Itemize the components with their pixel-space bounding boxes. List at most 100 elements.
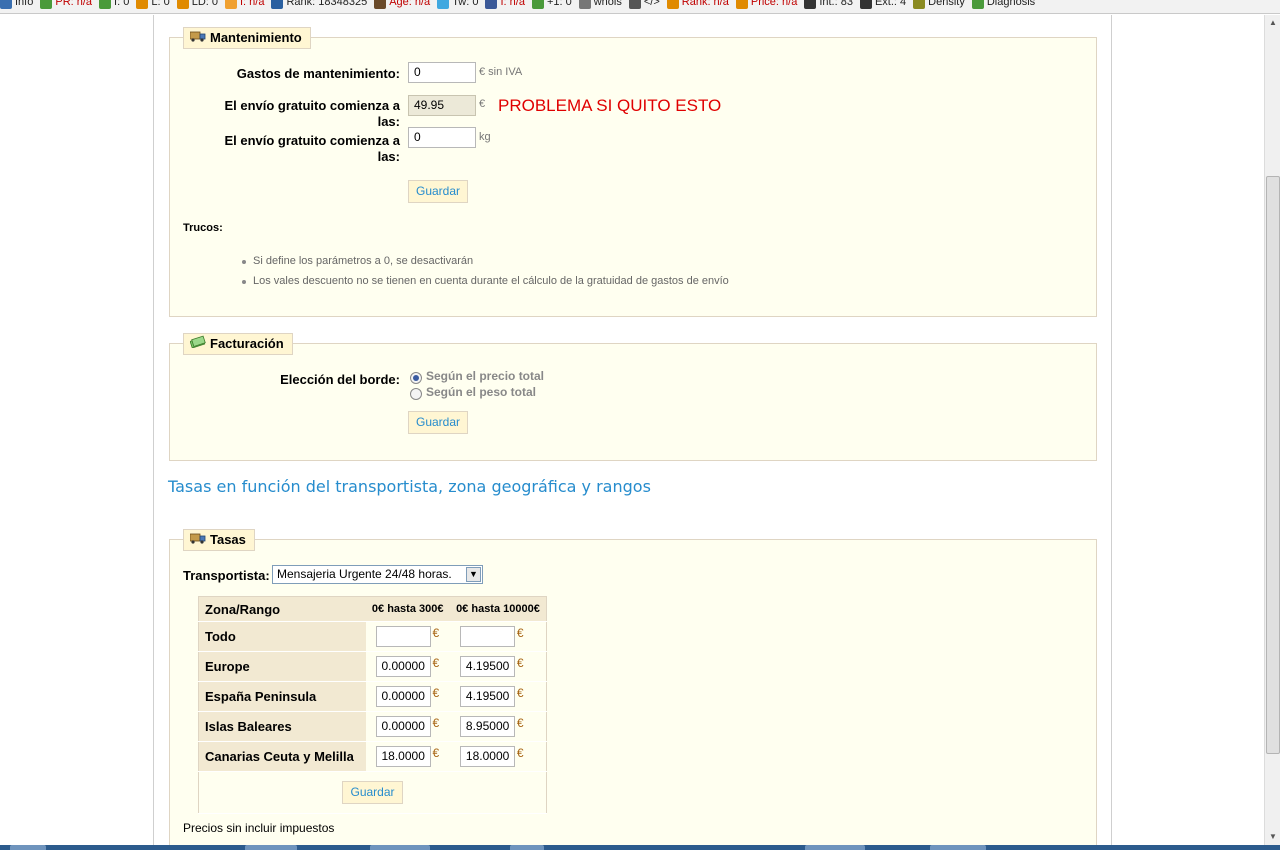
- delivery-truck-icon: [189, 530, 206, 550]
- billing-weight-option[interactable]: Según el peso total: [426, 385, 536, 399]
- seo-toolbar-item[interactable]: Ext.: 4: [859, 0, 907, 9]
- handling-fee-input[interactable]: 0: [408, 62, 476, 83]
- seo-toolbar-item-label: whois: [593, 0, 622, 8]
- source-code-icon: [628, 0, 641, 9]
- rate-input[interactable]: 4.19500: [459, 656, 515, 677]
- rate-input[interactable]: 4.19500: [459, 686, 515, 707]
- tasas-save-button[interactable]: Guardar: [342, 781, 403, 804]
- money-bills-icon: [189, 334, 206, 354]
- rate-input[interactable]: 18.0000: [459, 746, 515, 767]
- tip-item: Si define los parámetros a 0, se desacti…: [253, 255, 474, 267]
- seo-toolbar-item-label: I: 0: [114, 0, 130, 8]
- tasas-legend: Tasas: [183, 529, 255, 551]
- rate-input[interactable]: 0.00000: [375, 716, 431, 737]
- seo-toolbar-item-label: Ext.: 4: [874, 0, 907, 8]
- start-button[interactable]: [10, 845, 46, 850]
- rate-cell: 18.0000 €: [449, 741, 547, 772]
- seo-toolbar-item[interactable]: I: n/a: [485, 0, 525, 9]
- rate-cell: 0.00000 €: [365, 681, 450, 712]
- seo-toolbar-item[interactable]: Rank: n/a: [666, 0, 729, 9]
- seo-toolbar-item[interactable]: I: 0: [99, 0, 129, 9]
- google-pr-icon: [40, 0, 53, 9]
- rate-input[interactable]: 0.00000: [375, 656, 431, 677]
- price-icon: [735, 0, 748, 9]
- tasas-legend-label: Tasas: [210, 532, 246, 547]
- euro-symbol: €: [432, 746, 440, 760]
- scrollbar-thumb[interactable]: [1266, 176, 1280, 754]
- problem-annotation: PROBLEMA SI QUITO ESTO: [498, 96, 722, 115]
- billing-price-radio[interactable]: [410, 372, 422, 384]
- rate-cell: 0.00000 €: [365, 711, 450, 742]
- euro-symbol: €: [516, 656, 524, 670]
- seo-toolbar-item[interactable]: L: 0: [136, 0, 170, 9]
- seo-toolbar-item[interactable]: I: n/a: [225, 0, 264, 9]
- free-shipping-price-unit: €: [479, 98, 486, 110]
- seo-toolbar-item[interactable]: Age: n/a: [374, 0, 430, 9]
- taskbar-item[interactable]: [805, 845, 865, 850]
- seo-toolbar-item[interactable]: Diagnosis: [971, 0, 1035, 9]
- carrier-select[interactable]: Mensajeria Urgente 24/48 horas. ▼: [272, 565, 483, 584]
- rate-input[interactable]: [459, 626, 515, 647]
- seo-toolbar-item[interactable]: Int.: 83: [804, 0, 853, 9]
- billing-label: Elección del borde:: [280, 372, 400, 387]
- table-button-cell: Guardar: [198, 771, 547, 814]
- rate-input[interactable]: 8.95000: [459, 716, 515, 737]
- tip-bullet: [242, 280, 246, 284]
- seo-toolbar-item-label: Tw: 0: [452, 0, 479, 8]
- free-shipping-weight-input[interactable]: 0: [408, 127, 476, 148]
- seo-toolbar-item[interactable]: LD: 0: [176, 0, 218, 9]
- table-row: Europe 0.00000 € 4.19500 €: [198, 651, 547, 682]
- seo-toolbar-item[interactable]: </>: [628, 0, 660, 9]
- delivery-truck-icon: [189, 28, 206, 48]
- scroll-down-arrow-icon[interactable]: ▼: [1265, 829, 1280, 845]
- zone-name: España Peninsula: [198, 681, 366, 712]
- rates-table: Zona/Rango 0€ hasta 300€ 0€ hasta 10000€…: [198, 596, 547, 814]
- rate-input[interactable]: 0.00000: [375, 686, 431, 707]
- taskbar-item[interactable]: [930, 845, 986, 850]
- tasas-section-title: Tasas en función del transportista, zona…: [168, 477, 651, 496]
- chevron-down-icon[interactable]: ▼: [466, 567, 481, 582]
- euro-symbol: €: [516, 716, 524, 730]
- rate-cell: €: [449, 621, 547, 652]
- internal-links-icon: [804, 0, 817, 9]
- seo-toolbar-item[interactable]: Info: [0, 0, 33, 9]
- seo-toolbar-item[interactable]: +1: 0: [531, 0, 572, 9]
- range-1-header: 0€ hasta 300€: [365, 596, 450, 622]
- seo-toolbar-item[interactable]: Price: n/a: [735, 0, 797, 9]
- euro-symbol: €: [516, 626, 524, 640]
- seo-toolbar-item[interactable]: Density: [913, 0, 965, 9]
- seo-toolbar-item[interactable]: Rank: 18348325: [271, 0, 367, 9]
- euro-symbol: €: [516, 746, 524, 760]
- taskbar-item[interactable]: [510, 845, 544, 850]
- vertical-scrollbar[interactable]: ▲ ▼: [1264, 15, 1280, 845]
- tips-title: Trucos:: [183, 222, 223, 234]
- zone-name: Europe: [198, 651, 366, 682]
- billing-weight-radio[interactable]: [410, 388, 422, 400]
- seo-toolbar-item-label: Density: [928, 0, 965, 8]
- twitter-icon: [437, 0, 450, 9]
- zone-name: Todo: [198, 621, 366, 652]
- scroll-up-arrow-icon[interactable]: ▲: [1265, 15, 1280, 31]
- euro-symbol: €: [432, 716, 440, 730]
- taskbar-item[interactable]: [370, 845, 430, 850]
- free-shipping-price-input[interactable]: 49.95: [408, 95, 476, 116]
- taskbar-item[interactable]: [245, 845, 297, 850]
- rate-input[interactable]: 18.0000: [375, 746, 431, 767]
- seo-toolbar-item[interactable]: PR: n/a: [40, 0, 92, 9]
- seo-toolbar-item-label: LD: 0: [191, 0, 218, 8]
- rates-header-row: Zona/Rango 0€ hasta 300€ 0€ hasta 10000€: [198, 596, 547, 622]
- rate-input[interactable]: [375, 626, 431, 647]
- table-row: Canarias Ceuta y Melilla 18.0000 € 18.000…: [198, 741, 547, 772]
- rate-cell: 4.19500 €: [449, 651, 547, 682]
- alexa-rank-icon: [271, 0, 284, 9]
- rate-cell: 0.00000 €: [365, 651, 450, 682]
- facturacion-save-button[interactable]: Guardar: [408, 411, 468, 434]
- seo-toolbar-item-label: Rank: 18348325: [286, 0, 368, 8]
- mantenimiento-save-button[interactable]: Guardar: [408, 180, 468, 203]
- seo-toolbar-item[interactable]: Tw: 0: [437, 0, 478, 9]
- seo-toolbar-item[interactable]: whois: [578, 0, 622, 9]
- euro-symbol: €: [432, 686, 440, 700]
- billing-price-option[interactable]: Según el precio total: [426, 369, 544, 383]
- seo-toolbar-item-label: L: 0: [151, 0, 170, 8]
- bing-index-icon: [225, 0, 237, 9]
